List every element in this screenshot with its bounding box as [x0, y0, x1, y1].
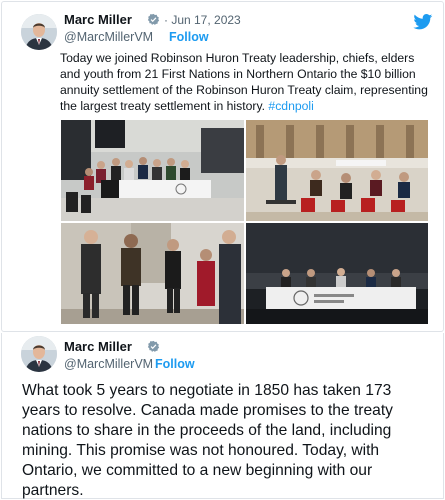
- photo-image: [246, 223, 428, 324]
- tweet-body: Today we joined Robinson Huron Treaty le…: [60, 51, 428, 113]
- follow-button[interactable]: Follow: [169, 30, 209, 44]
- verified-badge-icon: [147, 340, 160, 352]
- event-photo-group-standing[interactable]: [61, 223, 244, 324]
- photo-image: [61, 120, 244, 221]
- twitter-bird-icon[interactable]: [413, 14, 433, 30]
- event-photo-panel-table[interactable]: [61, 120, 244, 221]
- avatar-image: [21, 336, 57, 372]
- photo-image: [246, 120, 428, 221]
- event-photo-stage-panel[interactable]: [246, 223, 428, 324]
- author-avatar[interactable]: [21, 14, 57, 50]
- follow-button[interactable]: Follow: [155, 357, 195, 371]
- verified-badge-icon: [147, 13, 160, 25]
- author-handle[interactable]: @MarcMillerVM: [64, 30, 153, 44]
- tweet-text: Today we joined Robinson Huron Treaty le…: [60, 50, 435, 114]
- author-name[interactable]: Marc Miller: [64, 12, 132, 27]
- hashtag-link[interactable]: #cdnpoli: [268, 99, 313, 113]
- avatar-image: [21, 14, 57, 50]
- photo-image: [61, 223, 244, 324]
- tweet-date[interactable]: · Jun 17, 2023: [164, 13, 241, 27]
- author-avatar[interactable]: [21, 336, 57, 372]
- event-photo-audience[interactable]: [246, 120, 428, 221]
- author-name[interactable]: Marc Miller: [64, 339, 132, 354]
- tweet-text: What took 5 years to negotiate in 1850 h…: [22, 382, 393, 499]
- author-handle[interactable]: @MarcMillerVM: [64, 357, 153, 371]
